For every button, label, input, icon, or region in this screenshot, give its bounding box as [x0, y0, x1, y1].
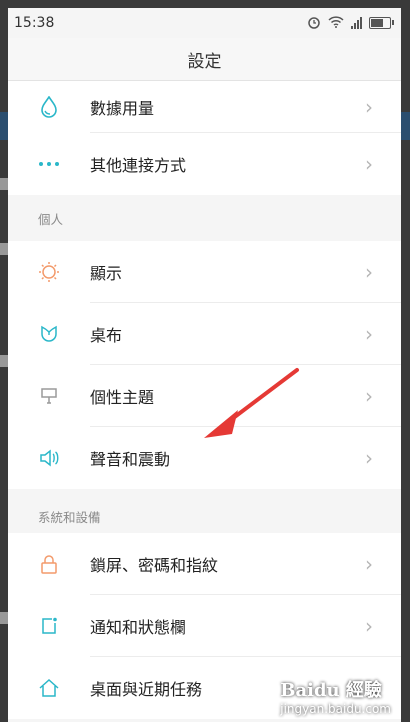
list-item-label: 鎖屏、密碼和指紋 [90, 556, 219, 575]
list-item-label: 數據用量 [90, 99, 155, 118]
list-item-label: 個性主題 [90, 388, 155, 407]
flower-icon [34, 319, 64, 349]
list-item-themes[interactable]: 個性主題 › [8, 365, 401, 427]
lock-icon [34, 549, 64, 579]
list-item-display[interactable]: 顯示 › [8, 241, 401, 303]
page-title: 設定 [187, 51, 222, 72]
status-time: 15:38 [14, 15, 55, 31]
notification-icon [34, 611, 64, 641]
list-item-data-usage[interactable]: 數據用量 › [8, 81, 401, 133]
chevron-right-icon: › [365, 446, 373, 470]
list-item-wallpaper[interactable]: 桌布 › [8, 303, 401, 365]
watermark-logo: Baidu 經驗 [280, 680, 382, 701]
list-item-label: 其他連接方式 [90, 156, 187, 175]
list-item-lock-screen[interactable]: 鎖屏、密碼和指紋 › [8, 533, 401, 595]
brush-icon [34, 381, 64, 411]
wifi-icon [328, 15, 344, 31]
list-item-label: 通知和狀態欄 [90, 618, 187, 637]
page-title-bar: 設定 [8, 38, 401, 81]
watermark: Baidu 經驗 jingyan.baidu.com [280, 676, 391, 716]
alarm-icon [307, 15, 321, 32]
section-header-personal: 個人 [8, 195, 401, 241]
section-header-system: 系統和設備 [8, 499, 401, 533]
home-icon [34, 673, 64, 703]
status-bar: 15:38 [8, 8, 401, 38]
chevron-right-icon: › [365, 384, 373, 408]
list-item-label: 桌布 [90, 326, 123, 345]
chevron-right-icon: › [365, 614, 373, 638]
water-drop-icon [34, 92, 64, 122]
speaker-icon [34, 443, 64, 473]
chevron-right-icon: › [365, 95, 373, 119]
watermark-url: jingyan.baidu.com [280, 702, 391, 716]
more-dots-icon [34, 149, 64, 179]
phone-screen: 15:38 設定 數據用量 › 其他連接方式 › 個人 顯示 › 桌布 › 個性… [8, 8, 401, 722]
sun-icon [34, 257, 64, 287]
battery-icon [369, 17, 394, 29]
list-item-other-connections[interactable]: 其他連接方式 › [8, 133, 401, 195]
chevron-right-icon: › [365, 260, 373, 284]
chevron-right-icon: › [365, 322, 373, 346]
personal-group: 顯示 › 桌布 › 個性主題 › 聲音和震動 › [8, 241, 401, 489]
top-group: 數據用量 › 其他連接方式 › [8, 81, 401, 195]
list-item-label: 聲音和震動 [90, 450, 171, 469]
chevron-right-icon: › [365, 552, 373, 576]
divider [8, 489, 401, 499]
list-item-label: 顯示 [90, 264, 123, 283]
list-item-notifications[interactable]: 通知和狀態欄 › [8, 595, 401, 657]
status-icons [307, 15, 394, 32]
chevron-right-icon: › [365, 152, 373, 176]
list-item-sound-vibration[interactable]: 聲音和震動 › [8, 427, 401, 489]
signal-icon [351, 17, 362, 29]
